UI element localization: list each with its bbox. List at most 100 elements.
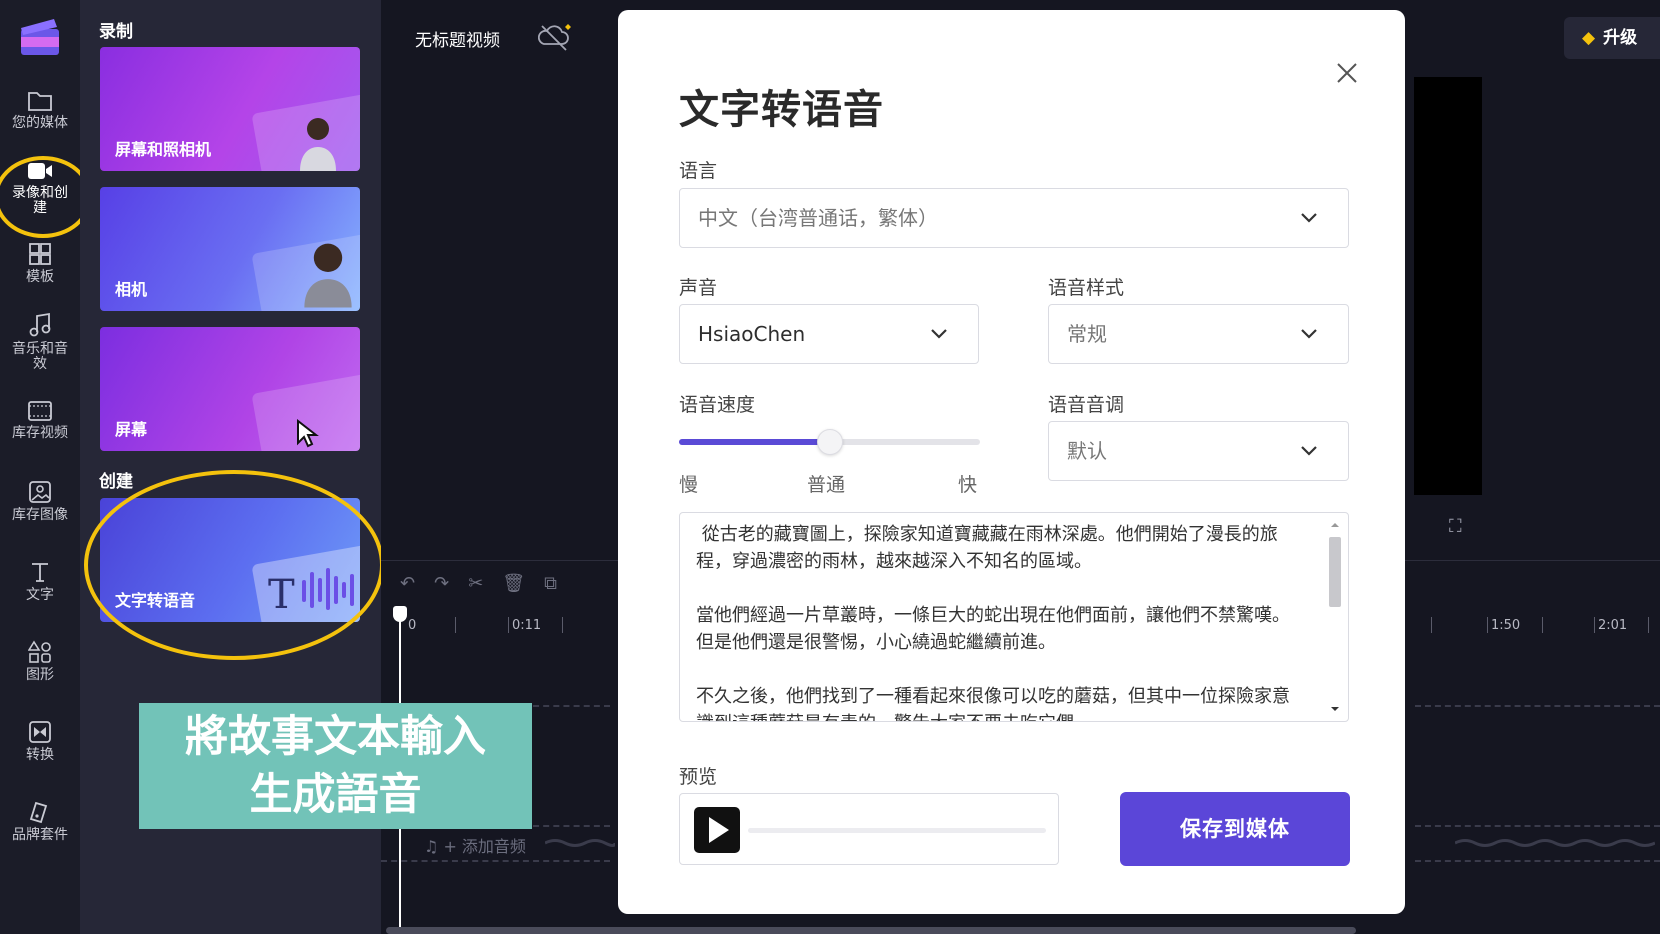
voice-select[interactable]: HsiaoChen	[679, 304, 979, 364]
ruler-label: 0:11	[512, 618, 542, 633]
folder-icon	[28, 92, 52, 111]
rail-item-label: 品牌套件	[12, 827, 68, 843]
fullscreen-icon[interactable]: ⛶	[1449, 516, 1469, 537]
instruction-caption: 將故事文本輸入 生成語音	[139, 703, 532, 829]
rail-item-stock-video[interactable]: 库存视频	[0, 400, 80, 441]
rail-item-label: 库存图像	[12, 507, 68, 523]
audio-preview-player	[679, 793, 1059, 865]
duplicate-icon[interactable]: ⧉	[544, 573, 557, 594]
music-note-icon	[29, 312, 51, 337]
speed-slider-thumb[interactable]	[816, 429, 843, 455]
rail-item-label: 模板	[26, 269, 54, 285]
delete-icon[interactable]: 🗑	[502, 573, 525, 594]
app-logo-icon[interactable]	[18, 15, 62, 59]
pitch-select[interactable]: 默认	[1048, 421, 1349, 481]
speed-slow-label: 慢	[679, 474, 699, 496]
audio-waveform	[545, 839, 615, 847]
image-icon	[29, 481, 51, 503]
rail-item-transitions[interactable]: 转换	[0, 720, 80, 763]
playback-progress-bar[interactable]	[748, 828, 1046, 833]
timeline-toolbar: ↶ ↷ ✂ 🗑 ⧉	[400, 573, 576, 594]
rail-item-text[interactable]: 文字	[0, 560, 80, 603]
card-label: 屏幕	[115, 420, 148, 439]
chevron-down-icon	[1301, 446, 1317, 456]
brand-kit-icon	[29, 801, 48, 824]
diamond-icon: ◆	[1582, 28, 1596, 48]
dialog-title: 文字转语音	[679, 87, 884, 133]
create-section-title: 创建	[99, 472, 133, 492]
rail-item-templates[interactable]: 模板	[0, 242, 80, 285]
voice-style-select[interactable]: 常规	[1048, 304, 1349, 364]
rail-item-stock-images[interactable]: 库存图像	[0, 480, 80, 523]
cut-icon[interactable]: ✂	[468, 573, 483, 594]
chevron-down-icon	[1301, 213, 1317, 223]
shapes-icon	[28, 640, 51, 663]
caption-line: 生成語音	[249, 770, 422, 820]
ruler-label: 1:50	[1491, 618, 1521, 633]
speed-normal-label: 普通	[807, 474, 846, 496]
highlight-circle	[0, 156, 92, 238]
pitch-value: 默认	[1067, 439, 1107, 463]
voice-value: HsiaoChen	[698, 322, 806, 346]
rail-item-your-media[interactable]: 您的媒体	[0, 90, 80, 131]
close-icon[interactable]	[1332, 58, 1362, 88]
person-avatar-icon	[300, 118, 336, 171]
rail-item-label: 库存视频	[12, 425, 68, 441]
film-icon	[28, 401, 52, 421]
story-text-input[interactable]: 從古老的藏寶圖上，探險家知道寶藏藏在雨林深處。他們開始了漫長的旅程，穿過濃密的雨…	[679, 512, 1349, 722]
card-label: 屏幕和照相机	[115, 140, 212, 159]
undo-icon[interactable]: ↶	[400, 573, 415, 594]
mouse-cursor-icon	[297, 419, 319, 448]
scrollbar-thumb[interactable]	[1329, 537, 1341, 607]
play-icon	[709, 817, 729, 843]
rail-item-music[interactable]: 音乐和音效	[0, 312, 80, 372]
save-to-media-button[interactable]: 保存到媒体	[1120, 792, 1350, 866]
card-screen-and-camera[interactable]: 屏幕和照相机	[100, 47, 360, 171]
voice-style-value: 常规	[1067, 322, 1107, 346]
add-audio-button[interactable]: ♫ + 添加音频	[424, 833, 526, 857]
speed-fast-label: 快	[958, 474, 978, 496]
card-screen[interactable]: 屏幕	[100, 327, 360, 451]
speed-slider-fill	[679, 439, 830, 445]
transition-icon	[29, 721, 51, 743]
rail-item-label: 音乐和音效	[12, 341, 68, 372]
language-label: 语言	[679, 160, 718, 182]
cloud-offline-icon[interactable]	[538, 22, 574, 52]
rail-item-brand-kit[interactable]: 品牌套件	[0, 800, 80, 843]
language-value: 中文（台湾普通话，繁体）	[698, 206, 938, 230]
templates-icon	[29, 243, 51, 265]
voice-label: 声音	[679, 277, 718, 299]
speed-label: 语音速度	[679, 394, 756, 416]
rail-item-shapes[interactable]: 图形	[0, 640, 80, 683]
ruler-label: 0	[408, 618, 417, 633]
ruler-label: 2:01	[1598, 618, 1628, 633]
upgrade-label: 升级	[1603, 28, 1638, 48]
card-label: 相机	[115, 280, 148, 299]
audio-waveform	[1455, 839, 1655, 847]
rail-item-label: 您的媒体	[12, 115, 68, 131]
preview-label: 预览	[679, 766, 718, 788]
person-avatar-icon	[304, 243, 352, 308]
left-navigation-rail: 您的媒体 录像和创建 模板 音乐和音效 库存视频 库存图像 文字 图形 转换 品…	[0, 0, 92, 934]
upgrade-button[interactable]: ◆ 升级	[1564, 17, 1660, 59]
chevron-down-icon	[1301, 329, 1317, 339]
speed-slider[interactable]	[679, 429, 980, 455]
rail-item-label: 转换	[26, 747, 54, 763]
add-audio-label: + 添加音频	[443, 837, 526, 856]
redo-icon[interactable]: ↷	[434, 573, 449, 594]
timeline-scrollbar[interactable]	[386, 927, 1356, 934]
text-icon	[32, 563, 48, 582]
caption-line: 將故事文本輸入	[185, 712, 486, 762]
highlight-circle	[84, 470, 384, 660]
pitch-label: 语音音调	[1048, 394, 1125, 416]
video-preview-canvas	[1414, 77, 1482, 495]
language-select[interactable]: 中文（台湾普通话，繁体）	[679, 188, 1349, 248]
rail-item-label: 图形	[26, 667, 54, 683]
card-camera[interactable]: 相机	[100, 187, 360, 311]
text-to-speech-dialog: 文字转语音 语言 中文（台湾普通话，繁体） 声音 HsiaoChen 语音样式 …	[618, 10, 1405, 914]
play-button[interactable]	[694, 807, 740, 853]
story-text: 從古老的藏寶圖上，探險家知道寶藏藏在雨林深處。他們開始了漫長的旅程，穿過濃密的雨…	[696, 524, 1290, 721]
video-title[interactable]: 无标题视频	[415, 26, 500, 51]
rail-item-label: 文字	[26, 587, 54, 603]
record-section-title: 录制	[99, 22, 133, 42]
